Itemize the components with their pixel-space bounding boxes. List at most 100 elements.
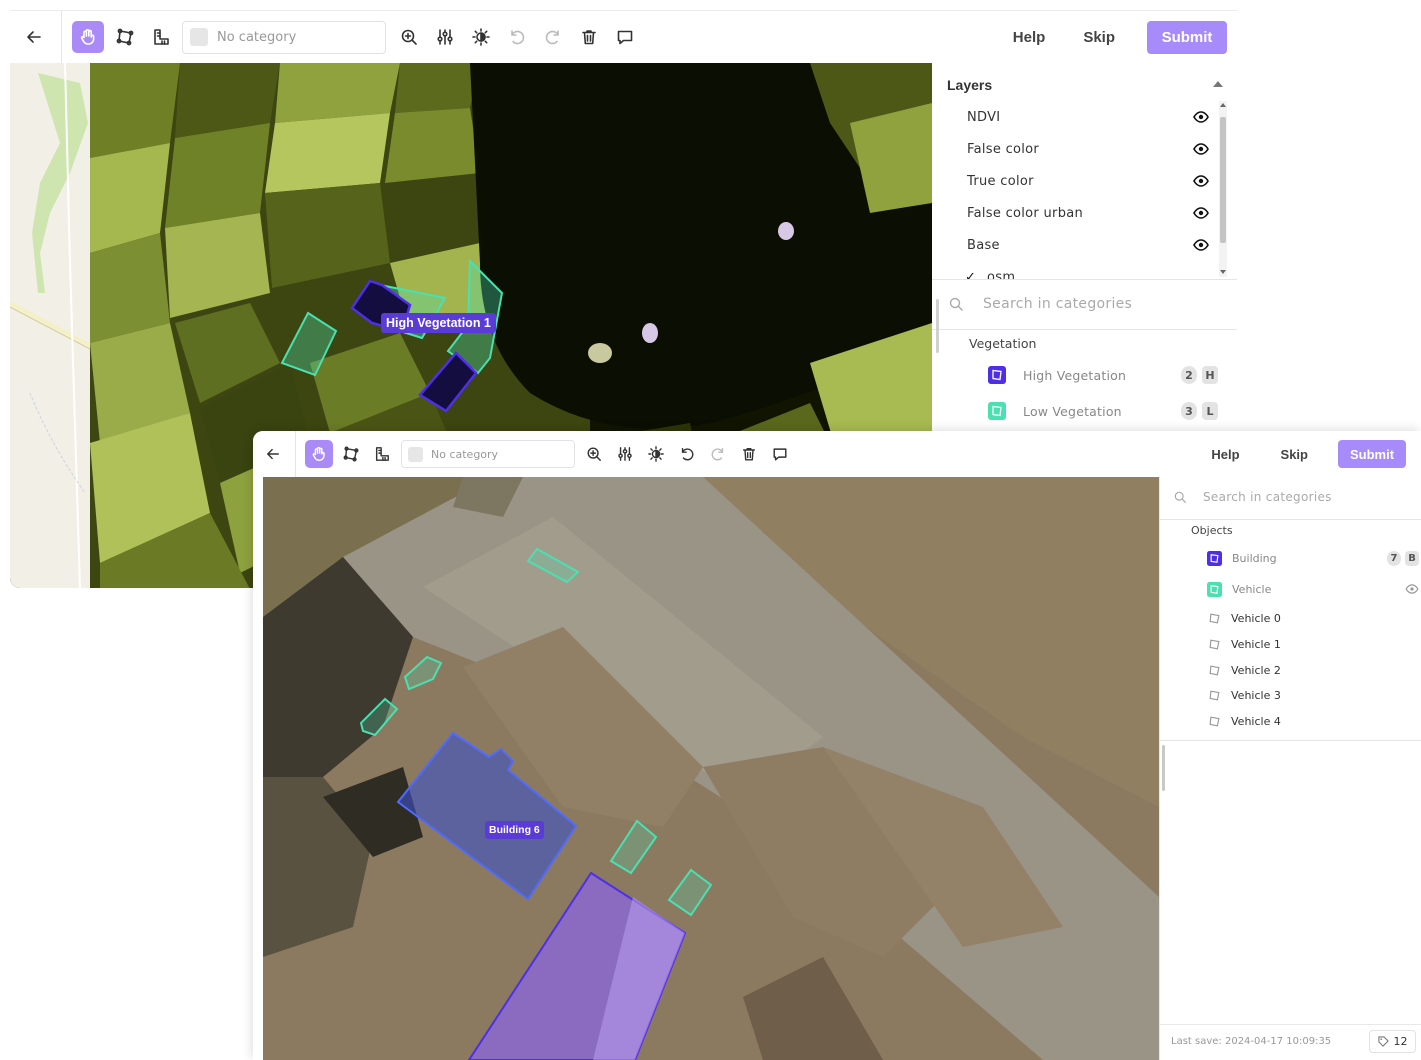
redo-icon[interactable]: [705, 441, 731, 467]
category-vehicle[interactable]: Vehicle: [1207, 580, 1419, 598]
hotkey-badge: B: [1405, 550, 1419, 566]
submit-button[interactable]: Submit: [1147, 20, 1227, 54]
annotation-label-building-6[interactable]: Building 6: [485, 821, 544, 839]
category-building[interactable]: Building 7 B: [1207, 549, 1419, 567]
count-badge: 3: [1181, 402, 1197, 420]
instance-label: Vehicle 4: [1231, 714, 1281, 728]
category-label: Vehicle: [1232, 582, 1272, 596]
category-high-vegetation[interactable]: High Vegetation 2 H: [988, 364, 1228, 386]
polygon-instance-icon: [1209, 612, 1220, 624]
category-select[interactable]: No category: [182, 20, 386, 54]
annotation-label-high-vegetation-1[interactable]: High Vegetation 1: [381, 313, 496, 333]
tag-counter[interactable]: 12: [1369, 1030, 1416, 1053]
scrollbar-thumb[interactable]: [1220, 117, 1226, 243]
layer-row-osm[interactable]: ✓ osm: [932, 261, 1237, 280]
category-label: High Vegetation: [1023, 367, 1127, 383]
layers-title: Layers: [947, 77, 993, 93]
collapse-layers-icon[interactable]: [1213, 81, 1223, 87]
category-placeholder: No category: [217, 29, 297, 45]
eye-icon[interactable]: [1193, 239, 1209, 251]
panel-resize-handle[interactable]: [1162, 745, 1165, 791]
layer-label: Base: [967, 237, 1000, 253]
layer-label: True color: [967, 173, 1034, 189]
layer-label: False color: [967, 141, 1040, 157]
redo-icon[interactable]: [538, 22, 568, 52]
layer-row-ndvi[interactable]: NDVI: [932, 101, 1237, 133]
search-icon: [1174, 491, 1187, 504]
map-canvas: [263, 477, 1159, 1060]
measure-tool-icon[interactable]: [369, 441, 395, 467]
polygon-instance-icon: [1209, 689, 1220, 701]
category-label: Building: [1232, 551, 1277, 565]
group-label-objects: Objects: [1191, 524, 1233, 537]
category-placeholder: No category: [431, 447, 499, 461]
pan-hand-icon[interactable]: [72, 21, 104, 53]
skip-button[interactable]: Skip: [1083, 29, 1115, 46]
divider: [932, 329, 1237, 330]
hotkey-badge: L: [1202, 402, 1218, 420]
group-label-vegetation: Vegetation: [969, 336, 1037, 351]
layer-label: NDVI: [967, 109, 1001, 125]
layer-row-true-color[interactable]: True color: [932, 165, 1237, 197]
annotation-window-objects: No category Help Skip Submit Building 6 …: [253, 431, 1421, 1060]
instance-row-vehicle-4[interactable]: Vehicle 4: [1208, 713, 1281, 729]
eye-icon[interactable]: [1193, 207, 1209, 219]
polygon-tool-icon[interactable]: [110, 22, 140, 52]
layer-label: False color urban: [967, 205, 1084, 221]
submit-button[interactable]: Submit: [1338, 440, 1406, 468]
category-search[interactable]: Search in categories: [1160, 477, 1421, 519]
instance-row-vehicle-2[interactable]: Vehicle 2: [1208, 662, 1281, 678]
brightness-icon[interactable]: [643, 441, 669, 467]
trash-icon[interactable]: [574, 22, 604, 52]
polygon-instance-icon: [1209, 638, 1220, 650]
count-badge: 7: [1387, 550, 1401, 566]
layer-label: osm: [987, 269, 1016, 280]
category-select[interactable]: No category: [401, 440, 575, 468]
eye-icon[interactable]: [1193, 143, 1209, 155]
instance-row-vehicle-3[interactable]: Vehicle 3: [1208, 687, 1281, 703]
category-low-vegetation[interactable]: Low Vegetation 3 L: [988, 400, 1228, 422]
eye-icon[interactable]: [1405, 584, 1419, 594]
polygon-tool-icon[interactable]: [338, 441, 364, 467]
eye-icon[interactable]: [1193, 175, 1209, 187]
help-button[interactable]: Help: [1211, 447, 1239, 462]
side-panel: Search in categories Objects Building 7 …: [1159, 477, 1421, 1060]
eye-icon[interactable]: [1193, 111, 1209, 123]
brightness-icon[interactable]: [466, 22, 496, 52]
comment-icon[interactable]: [610, 22, 640, 52]
pan-hand-icon[interactable]: [305, 440, 333, 468]
scroll-down-icon[interactable]: [1220, 270, 1226, 274]
skip-button[interactable]: Skip: [1281, 447, 1308, 462]
search-placeholder: Search in categories: [1203, 490, 1332, 504]
instance-row-vehicle-1[interactable]: Vehicle 1: [1208, 636, 1281, 652]
zoom-in-icon[interactable]: [581, 441, 607, 467]
undo-icon[interactable]: [674, 441, 700, 467]
count-badge: 2: [1181, 366, 1197, 384]
polygon-category-icon: [1207, 581, 1222, 597]
back-arrow-icon[interactable]: [19, 22, 49, 52]
instance-label: Vehicle 0: [1231, 611, 1281, 625]
polygon-category-icon: [988, 366, 1006, 384]
toolbar-divider: [295, 431, 296, 477]
panel-resize-handle[interactable]: [936, 299, 939, 353]
adjustments-icon[interactable]: [430, 22, 460, 52]
undo-icon[interactable]: [502, 22, 532, 52]
trash-icon[interactable]: [736, 441, 762, 467]
adjustments-icon[interactable]: [612, 441, 638, 467]
category-label: Low Vegetation: [1023, 403, 1122, 419]
check-icon: ✓: [965, 269, 976, 280]
back-arrow-icon[interactable]: [260, 441, 286, 467]
layer-row-base[interactable]: Base: [932, 229, 1237, 261]
measure-tool-icon[interactable]: [146, 22, 176, 52]
category-search[interactable]: Search in categories: [932, 280, 1237, 329]
help-button[interactable]: Help: [1013, 29, 1046, 46]
satellite-map-aerial[interactable]: Building 6: [263, 477, 1159, 1060]
layers-scrollbar[interactable]: [1219, 101, 1227, 277]
instance-row-vehicle-0[interactable]: Vehicle 0: [1208, 610, 1281, 626]
layer-row-false-color-urban[interactable]: False color urban: [932, 197, 1237, 229]
comment-icon[interactable]: [767, 441, 793, 467]
scroll-up-icon[interactable]: [1220, 103, 1226, 107]
polygon-instance-icon: [1209, 715, 1220, 727]
layer-row-false-color[interactable]: False color: [932, 133, 1237, 165]
zoom-in-icon[interactable]: [394, 22, 424, 52]
